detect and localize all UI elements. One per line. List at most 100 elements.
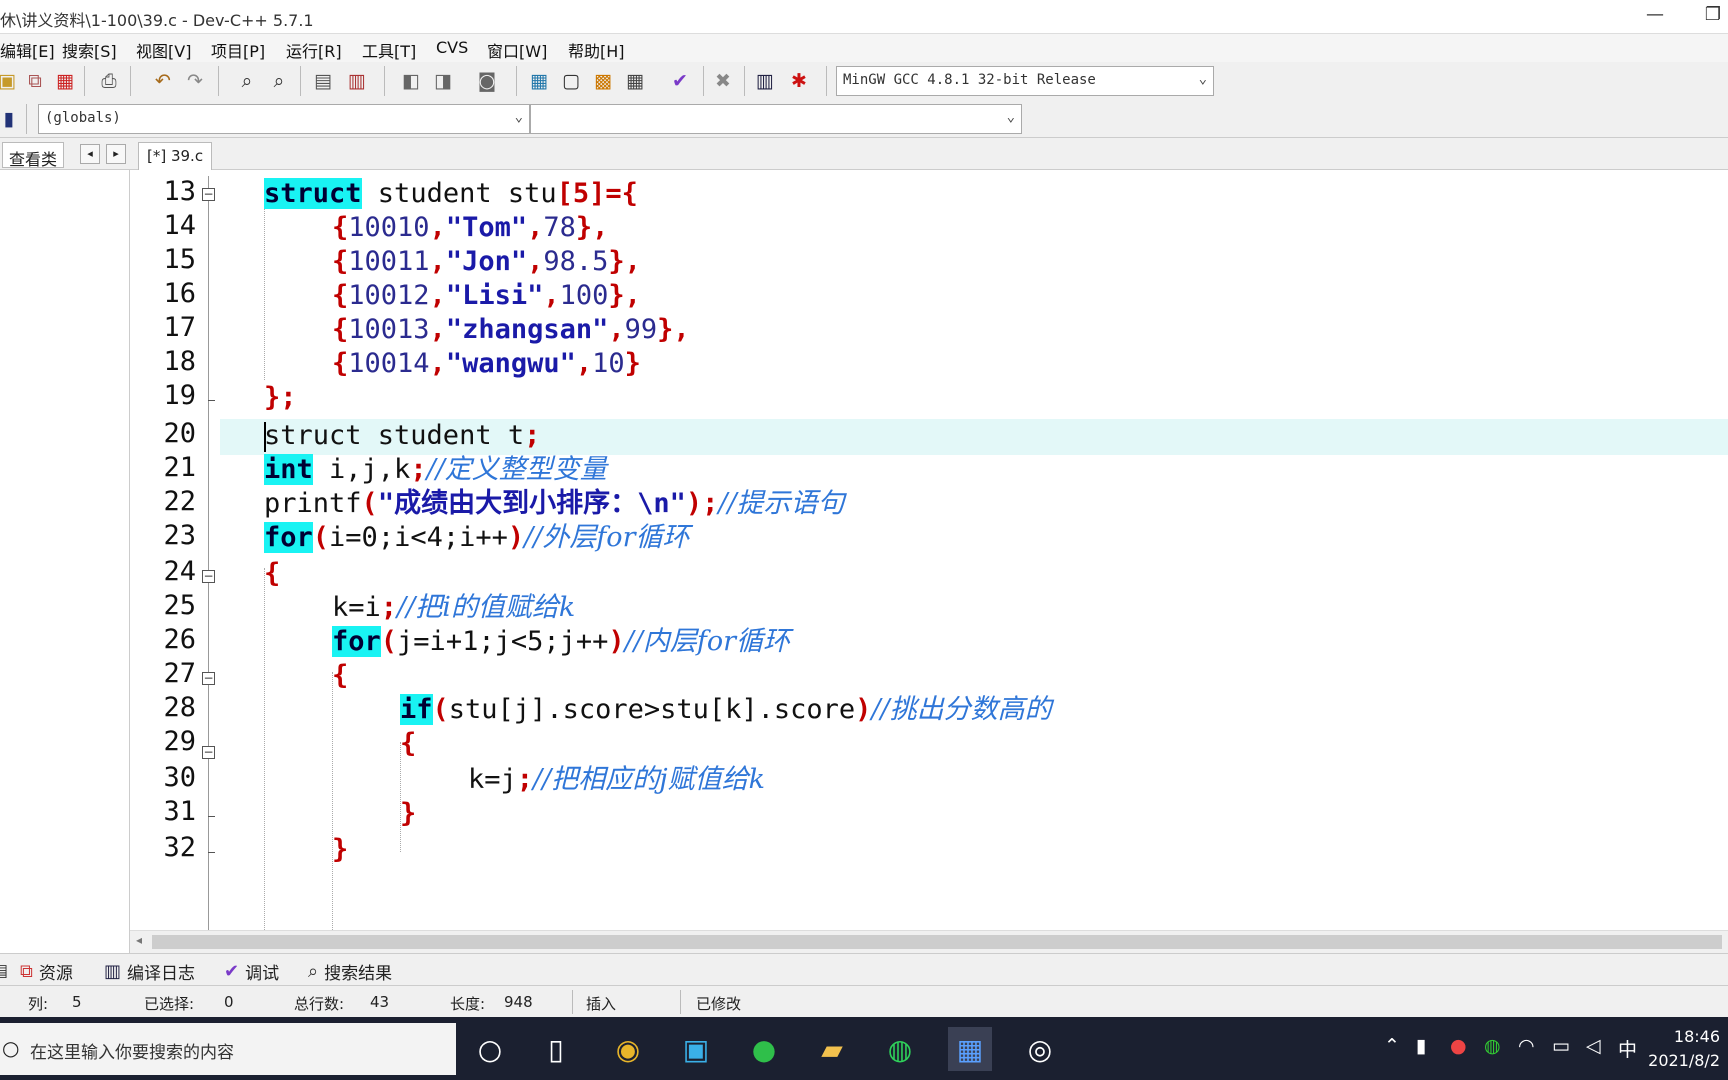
code-comment: //定义整型变量 (426, 454, 607, 485)
code-line-32: } (332, 832, 348, 868)
code-line-15: {10011,"Jon",98.5}, (332, 244, 641, 280)
save-all-icon[interactable]: ⧉ (22, 68, 48, 94)
tab-compile-log[interactable]: ▥ 编译日志 (104, 958, 195, 984)
network-icon[interactable]: ◠ (1518, 1035, 1535, 1057)
scope-select[interactable]: (globals) ⌄ (38, 104, 530, 134)
redo-icon[interactable]: ↷ (182, 68, 208, 94)
code-line-19: }; (264, 380, 297, 416)
menu-view[interactable]: 视图[V] (136, 38, 191, 62)
rebuild-icon[interactable]: ▦ (622, 68, 648, 94)
volume-icon[interactable]: ◁ (1586, 1035, 1601, 1057)
code-symbol: } (624, 348, 641, 379)
tab-class-view[interactable]: 查看类 (2, 142, 65, 169)
menu-project[interactable]: 项目[P] (211, 38, 265, 62)
taskbar: ○ 在这里输入你要搜索的内容 ○ ▯ ◉ ▣ ● ▰ ◍ ▦ ◎ ⌃ ▮ ● ◍… (0, 1017, 1728, 1080)
status-bar: 列: 5 已选择: 0 总行数: 43 长度: 948 插入 已修改 (0, 985, 1728, 1017)
run-icon[interactable]: ▢ (558, 68, 584, 94)
debug-icon[interactable]: ✱ (786, 68, 812, 94)
menu-window[interactable]: 窗口[W] (487, 38, 547, 62)
fold-toggle-icon[interactable]: − (202, 570, 215, 583)
fold-toggle-icon[interactable]: − (202, 672, 215, 685)
fold-end-tick (208, 400, 215, 401)
line-number: 20 (163, 418, 196, 449)
menu-run[interactable]: 运行[R] (286, 38, 342, 62)
tab-prev-button[interactable]: ◂ (80, 144, 100, 164)
tab-resources[interactable]: ⧉ 资源 (20, 958, 73, 984)
line-number: 28 (163, 692, 196, 723)
music-app-icon[interactable]: ● (742, 1027, 786, 1071)
close-file-icon[interactable]: ▦ (52, 68, 78, 94)
menu-edit[interactable]: 编辑[E] (0, 38, 55, 62)
microphone-icon[interactable]: ▮ (1416, 1035, 1426, 1057)
code-symbol: ); (685, 488, 719, 519)
tab-search-results[interactable]: ⌕ 搜索结果 (308, 958, 392, 984)
restore-button[interactable]: ❐ (1698, 4, 1728, 25)
goto-line-icon[interactable]: ▤ (310, 68, 336, 94)
undo-icon[interactable]: ↶ (150, 68, 176, 94)
tab-label: 搜索结果 (324, 963, 393, 984)
tab-compiler-icon[interactable]: ▤ (0, 958, 8, 984)
code-line-13: struct student stu[5]={ (264, 176, 638, 212)
profile-icon[interactable]: ▥ (752, 68, 778, 94)
fold-toggle-icon[interactable]: − (202, 188, 215, 201)
bookmark-icon[interactable]: ▥ (344, 68, 370, 94)
webstorm-icon[interactable]: ▣ (674, 1027, 718, 1071)
replace-icon[interactable]: ⌕ (266, 68, 292, 94)
qq-icon[interactable]: ● (1450, 1035, 1467, 1057)
menu-help[interactable]: 帮助[H] (568, 38, 625, 62)
line-number: 14 (163, 210, 196, 241)
wechat-tray-icon[interactable]: ◍ (1484, 1035, 1501, 1057)
taskbar-search[interactable]: ○ 在这里输入你要搜索的内容 (0, 1023, 456, 1075)
scrollbar-thumb[interactable] (152, 935, 1722, 949)
minimize-button[interactable]: — (1640, 4, 1670, 25)
class-browser-icon[interactable]: ▮ (0, 106, 22, 132)
indent-icon[interactable]: ◧ (398, 68, 424, 94)
ime-indicator[interactable]: 中 (1618, 1035, 1637, 1062)
unindent-icon[interactable]: ◨ (430, 68, 456, 94)
code-editor[interactable]: [*] 39.c 13 14 15 16 17 18 19 20 21 22 2… (130, 138, 1728, 953)
menu-search[interactable]: 搜索[S] (62, 38, 117, 62)
wechat-icon[interactable]: ◍ (878, 1027, 922, 1071)
menu-cvs[interactable]: CVS (436, 38, 468, 57)
code-symbol: { (400, 728, 417, 759)
find-icon[interactable]: ⌕ (234, 68, 260, 94)
status-length-value: 948 (504, 993, 533, 1011)
code-symbol: ; (410, 454, 427, 485)
compile-run-icon[interactable]: ▩ (590, 68, 616, 94)
code-symbol: { (332, 314, 349, 345)
tab-next-button[interactable]: ▸ (106, 144, 126, 164)
code-line-24: { (264, 556, 280, 592)
tab-file-39c[interactable]: [*] 39.c (138, 142, 213, 170)
battery-icon[interactable]: ▭ (1552, 1035, 1570, 1057)
member-select[interactable]: ⌄ (530, 104, 1022, 134)
code-line-14: {10010,"Tom",78}, (332, 210, 608, 246)
print-icon[interactable]: ⎙ (96, 68, 122, 94)
file-explorer-icon[interactable]: ▰ (810, 1027, 854, 1071)
menu-tools[interactable]: 工具[T] (362, 38, 416, 62)
tray-expand-icon[interactable]: ⌃ (1384, 1035, 1400, 1057)
chrome-icon[interactable]: ◉ (606, 1027, 650, 1071)
obs-icon[interactable]: ◎ (1018, 1027, 1062, 1071)
fold-toggle-icon[interactable]: − (202, 746, 215, 759)
check-syntax-icon[interactable]: ✔ (667, 68, 693, 94)
line-number: 16 (163, 278, 196, 309)
scroll-left-icon[interactable]: ◂ (136, 933, 142, 947)
stop-icon[interactable]: ✖ (710, 68, 736, 94)
code-line-21: int i,j,k;//定义整型变量 (264, 452, 607, 488)
code-symbol: ) (608, 626, 625, 657)
taskbar-clock[interactable]: 18:46 2021/8/2 (1648, 1025, 1720, 1073)
horizontal-scrollbar[interactable]: ◂ (130, 930, 1728, 953)
toggle-comment-icon[interactable]: ◙ (474, 68, 500, 94)
new-file-icon[interactable]: ▣ (0, 68, 20, 94)
tab-debug[interactable]: ✔ 调试 (224, 958, 279, 984)
code-area[interactable]: struct student stu[5]={ {10010,"Tom",78}… (220, 176, 1728, 930)
devcpp-icon[interactable]: ▦ (948, 1027, 992, 1071)
compiler-select[interactable]: MinGW GCC 4.8.1 32-bit Release ⌄ (836, 66, 1214, 96)
compile-icon[interactable]: ▦ (526, 68, 552, 94)
code-line-18: {10014,"wangwu",10} (332, 346, 641, 382)
cortana-icon[interactable]: ○ (468, 1027, 512, 1071)
search-icon: ○ (2, 1036, 20, 1060)
code-comment: //把相应的j赋值给k (533, 764, 765, 795)
code-comment: //内层for循环 (624, 626, 790, 657)
task-view-icon[interactable]: ▯ (534, 1027, 578, 1071)
